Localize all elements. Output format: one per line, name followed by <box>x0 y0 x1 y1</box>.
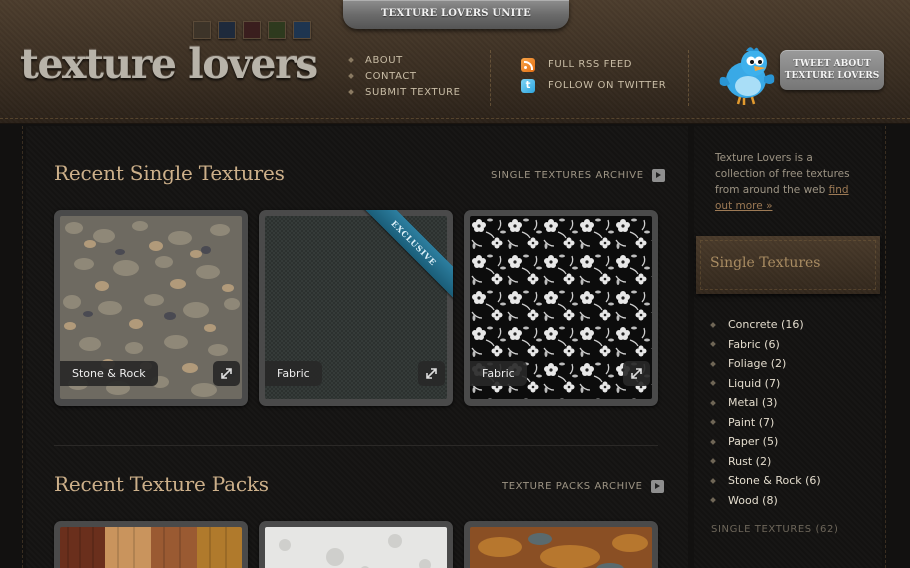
category-label: Metal (3) <box>728 396 778 410</box>
archive-label: SINGLE TEXTURES ARCHIVE <box>491 170 644 181</box>
tweet-button-line2: TEXTURE LOVERS <box>784 71 880 81</box>
expand-button[interactable] <box>418 361 445 386</box>
category-label: Stone & Rock (6) <box>728 474 821 488</box>
nav-item-contact[interactable]: CONTACT <box>348 68 461 84</box>
category-item-fabric[interactable]: Fabric (6) <box>710 335 821 355</box>
bullet-icon <box>710 419 716 426</box>
category-label: Paper (5) <box>728 435 779 449</box>
single-textures-total-link[interactable]: SINGLE TEXTURES (62) <box>711 524 838 535</box>
rss-label: FULL RSS FEED <box>548 59 633 70</box>
swatch-blue[interactable] <box>293 21 311 39</box>
category-item-stone-rock[interactable]: Stone & Rock (6) <box>710 471 821 491</box>
bullet-icon <box>710 458 716 465</box>
site-intro: Texture Lovers is a collection of free t… <box>715 150 865 214</box>
category-item-rust[interactable]: Rust (2) <box>710 452 821 472</box>
color-swatches <box>193 21 311 39</box>
texture-thumbnail <box>265 527 447 568</box>
texture-card-stone-rock[interactable]: Stone & Rock <box>54 210 248 406</box>
section-divider <box>54 445 658 446</box>
texture-pack-card-wood[interactable] <box>54 521 248 568</box>
bullet-icon <box>710 380 716 387</box>
category-item-foliage[interactable]: Foliage (2) <box>710 354 821 374</box>
texture-tag: Fabric <box>470 361 527 386</box>
top-tagline-ribbon: TEXTURE LOVERS UNITE <box>343 0 569 29</box>
stitch-border <box>22 126 23 568</box>
rss-feed-link[interactable]: FULL RSS FEED <box>521 54 666 75</box>
bullet-icon <box>348 73 354 79</box>
section-title-texture-packs: Recent Texture Packs <box>54 472 269 496</box>
bullet-icon <box>710 399 716 406</box>
texture-pack-card-rust[interactable] <box>464 521 658 568</box>
category-list: Concrete (16) Fabric (6) Foliage (2) Liq… <box>710 315 821 511</box>
texture-pack-card-paper[interactable] <box>259 521 453 568</box>
category-item-concrete[interactable]: Concrete (16) <box>710 315 821 335</box>
expand-button[interactable] <box>213 361 240 386</box>
texture-card-fabric-exclusive[interactable]: EXCLUSIVE Fabric <box>259 210 453 406</box>
category-item-paint[interactable]: Paint (7) <box>710 413 821 433</box>
header-divider <box>688 50 689 106</box>
category-label: Wood (8) <box>728 493 778 507</box>
tweet-about-button[interactable]: TWEET ABOUT TEXTURE LOVERS <box>780 50 884 90</box>
swatch-maroon[interactable] <box>243 21 261 39</box>
expand-icon <box>631 368 642 379</box>
bullet-icon <box>710 341 716 348</box>
paper-pack-image <box>265 527 447 568</box>
single-textures-archive-link[interactable]: SINGLE TEXTURES ARCHIVE <box>491 169 665 182</box>
main-nav: ABOUT CONTACT SUBMIT TEXTURE <box>348 52 461 100</box>
rust-pack-image <box>470 527 652 568</box>
nav-item-about[interactable]: ABOUT <box>348 52 461 68</box>
category-label: Rust (2) <box>728 454 772 468</box>
category-item-wood[interactable]: Wood (8) <box>710 491 821 511</box>
texture-thumbnail <box>470 527 652 568</box>
texture-tag: Stone & Rock <box>60 361 158 386</box>
site-logo[interactable]: texture lovers <box>20 44 318 85</box>
twitter-label: FOLLOW ON TWITTER <box>548 80 667 91</box>
nav-item-submit-texture[interactable]: SUBMIT TEXTURE <box>348 84 461 100</box>
bullet-icon <box>710 477 716 484</box>
category-label: Foliage (2) <box>728 357 787 371</box>
arrow-right-icon <box>651 169 665 182</box>
bullet-icon <box>710 497 716 504</box>
texture-card-fabric-floral[interactable]: Fabric <box>464 210 658 406</box>
bullet-icon <box>710 321 716 328</box>
swatch-navy[interactable] <box>218 21 236 39</box>
swatch-olive[interactable] <box>268 21 286 39</box>
nav-label: SUBMIT TEXTURE <box>365 86 461 98</box>
twitter-icon: t <box>521 78 535 93</box>
category-label: Concrete (16) <box>728 318 804 332</box>
twitter-bird-icon <box>719 47 775 105</box>
category-label: Paint (7) <box>728 415 775 429</box>
follow-twitter-link[interactable]: t FOLLOW ON TWITTER <box>521 75 666 96</box>
sidebar-section-title: Single Textures <box>710 255 821 271</box>
single-textures-banner: Single Textures <box>696 236 880 294</box>
arrow-right-icon <box>650 480 664 493</box>
bullet-icon <box>348 57 354 63</box>
social-links: FULL RSS FEED t FOLLOW ON TWITTER <box>521 54 666 96</box>
swatch-brown[interactable] <box>193 21 211 39</box>
bullet-icon <box>710 438 716 445</box>
texture-thumbnail <box>60 527 242 568</box>
texture-tag: Fabric <box>265 361 322 386</box>
category-item-liquid[interactable]: Liquid (7) <box>710 374 821 394</box>
texture-packs-archive-link[interactable]: TEXTURE PACKS ARCHIVE <box>502 480 664 493</box>
expand-button[interactable] <box>623 361 650 386</box>
category-item-paper[interactable]: Paper (5) <box>710 432 821 452</box>
category-label: Fabric (6) <box>728 337 780 351</box>
category-item-metal[interactable]: Metal (3) <box>710 393 821 413</box>
tweet-button-line1: TWEET ABOUT <box>793 59 871 69</box>
site-header: TEXTURE LOVERS UNITE texture lovers ABOU… <box>0 0 910 124</box>
category-label: Liquid (7) <box>728 376 781 390</box>
rss-icon <box>521 57 535 72</box>
header-divider <box>490 50 491 106</box>
bullet-icon <box>348 89 354 95</box>
expand-icon <box>221 368 232 379</box>
nav-label: ABOUT <box>365 54 403 66</box>
bullet-icon <box>710 360 716 367</box>
expand-icon <box>426 368 437 379</box>
wood-pack-image <box>60 527 242 568</box>
stitch-border <box>885 126 886 568</box>
nav-label: CONTACT <box>365 70 417 82</box>
archive-label: TEXTURE PACKS ARCHIVE <box>502 481 643 492</box>
section-title-single-textures: Recent Single Textures <box>54 161 285 185</box>
